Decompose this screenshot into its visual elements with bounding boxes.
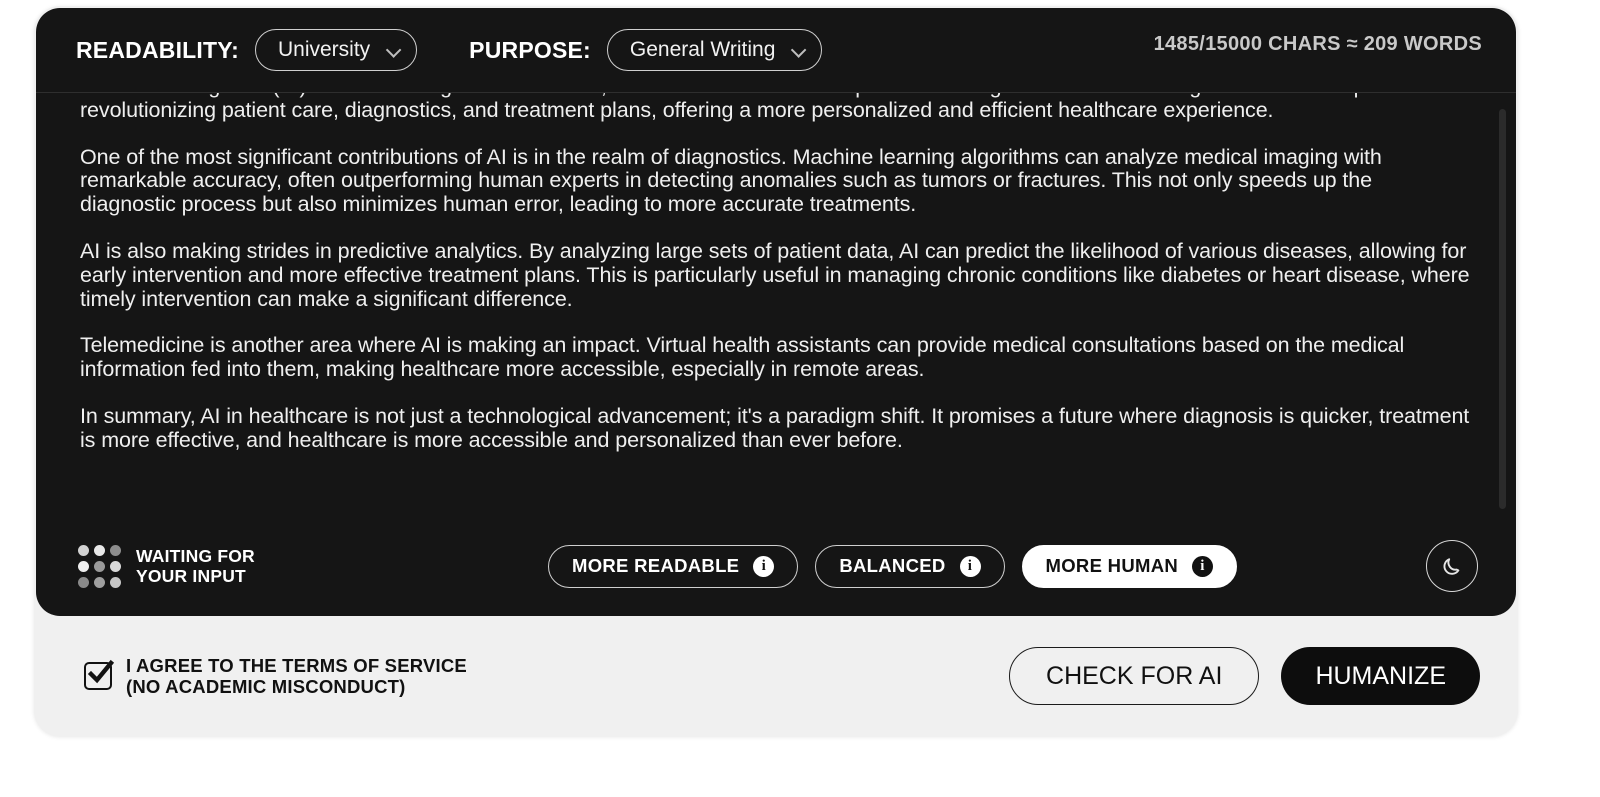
text-scrollbar[interactable] [1499, 99, 1506, 514]
readability-label: READABILITY: [76, 36, 239, 63]
loading-dot [78, 560, 89, 572]
terms-agreement[interactable]: I AGREE TO THE TERMS OF SERVICE (NO ACAD… [84, 655, 467, 697]
mode-button-label: BALANCED [839, 555, 946, 576]
mode-button-label: MORE HUMAN [1045, 555, 1179, 576]
info-icon[interactable]: i [959, 555, 981, 577]
text-scroll-area[interactable]: Artificial intelligence (AI) is transfor… [36, 93, 1516, 518]
text-paragraph: Artificial intelligence (AI) is transfor… [80, 93, 1460, 122]
mode-button-more-human[interactable]: MORE HUMAN i [1021, 544, 1238, 588]
chevron-down-icon [791, 42, 807, 58]
readability-select[interactable]: University [254, 29, 418, 71]
check-icon [87, 659, 115, 684]
moon-icon [1443, 558, 1460, 575]
text-paragraph: Telemedicine is another area where AI is… [80, 333, 1405, 382]
humanizer-app-card: READABILITY: University PURPOSE: General… [34, 6, 1518, 736]
character-counter: 1485/15000 CHARS ≈ 209 WORDS [1153, 33, 1482, 55]
input-textarea[interactable]: Artificial intelligence (AI) is transfor… [80, 93, 1470, 453]
loading-dot [78, 544, 89, 556]
readability-select-value: University [277, 38, 371, 61]
theme-toggle-button[interactable] [1426, 540, 1478, 592]
status-block: WAITING FOR YOUR INPUT [78, 544, 255, 588]
loading-dot [94, 544, 105, 556]
bottom-bar: I AGREE TO THE TERMS OF SERVICE (NO ACAD… [34, 616, 1518, 736]
loading-dots-icon [78, 544, 121, 588]
editor-toolbar: WAITING FOR YOUR INPUT MORE READABLE i BAL… [36, 518, 1516, 614]
bottom-action-group: CHECK FOR AI HUMANIZE [1009, 647, 1480, 705]
purpose-select[interactable]: General Writing [606, 29, 823, 71]
loading-dot [110, 544, 121, 556]
purpose-select-value: General Writing [629, 38, 776, 61]
purpose-group: PURPOSE: General Writing [469, 29, 823, 71]
text-paragraph: One of the most significant contribution… [80, 144, 1382, 217]
mode-button-group: MORE READABLE i BALANCED i MORE HUMAN i [548, 544, 1238, 588]
purpose-label: PURPOSE: [469, 36, 591, 63]
loading-dot [94, 560, 105, 572]
check-for-ai-button[interactable]: CHECK FOR AI [1009, 647, 1260, 705]
info-icon[interactable]: i [1192, 555, 1214, 577]
loading-dot [78, 576, 89, 588]
terms-checkbox[interactable] [84, 659, 115, 690]
loading-dot [110, 560, 121, 572]
editor-panel: READABILITY: University PURPOSE: General… [36, 8, 1516, 616]
terms-label: I AGREE TO THE TERMS OF SERVICE (NO ACAD… [126, 655, 467, 697]
text-scrollbar-thumb[interactable] [1499, 109, 1506, 509]
status-text: WAITING FOR YOUR INPUT [136, 546, 255, 586]
mode-button-balanced[interactable]: BALANCED i [815, 544, 1005, 588]
text-paragraph: In summary, AI in healthcare is not just… [80, 403, 1470, 452]
humanize-button[interactable]: HUMANIZE [1281, 647, 1480, 705]
chevron-down-icon [385, 42, 402, 58]
editor-header: READABILITY: University PURPOSE: General… [36, 8, 1516, 93]
readability-group: READABILITY: University [76, 29, 418, 71]
mode-button-more-readable[interactable]: MORE READABLE i [548, 544, 799, 588]
info-icon[interactable]: i [753, 555, 775, 577]
mode-button-label: MORE READABLE [572, 555, 740, 576]
loading-dot [110, 576, 121, 588]
loading-dot [94, 576, 105, 588]
text-paragraph: AI is also making strides in predictive … [80, 238, 1470, 311]
